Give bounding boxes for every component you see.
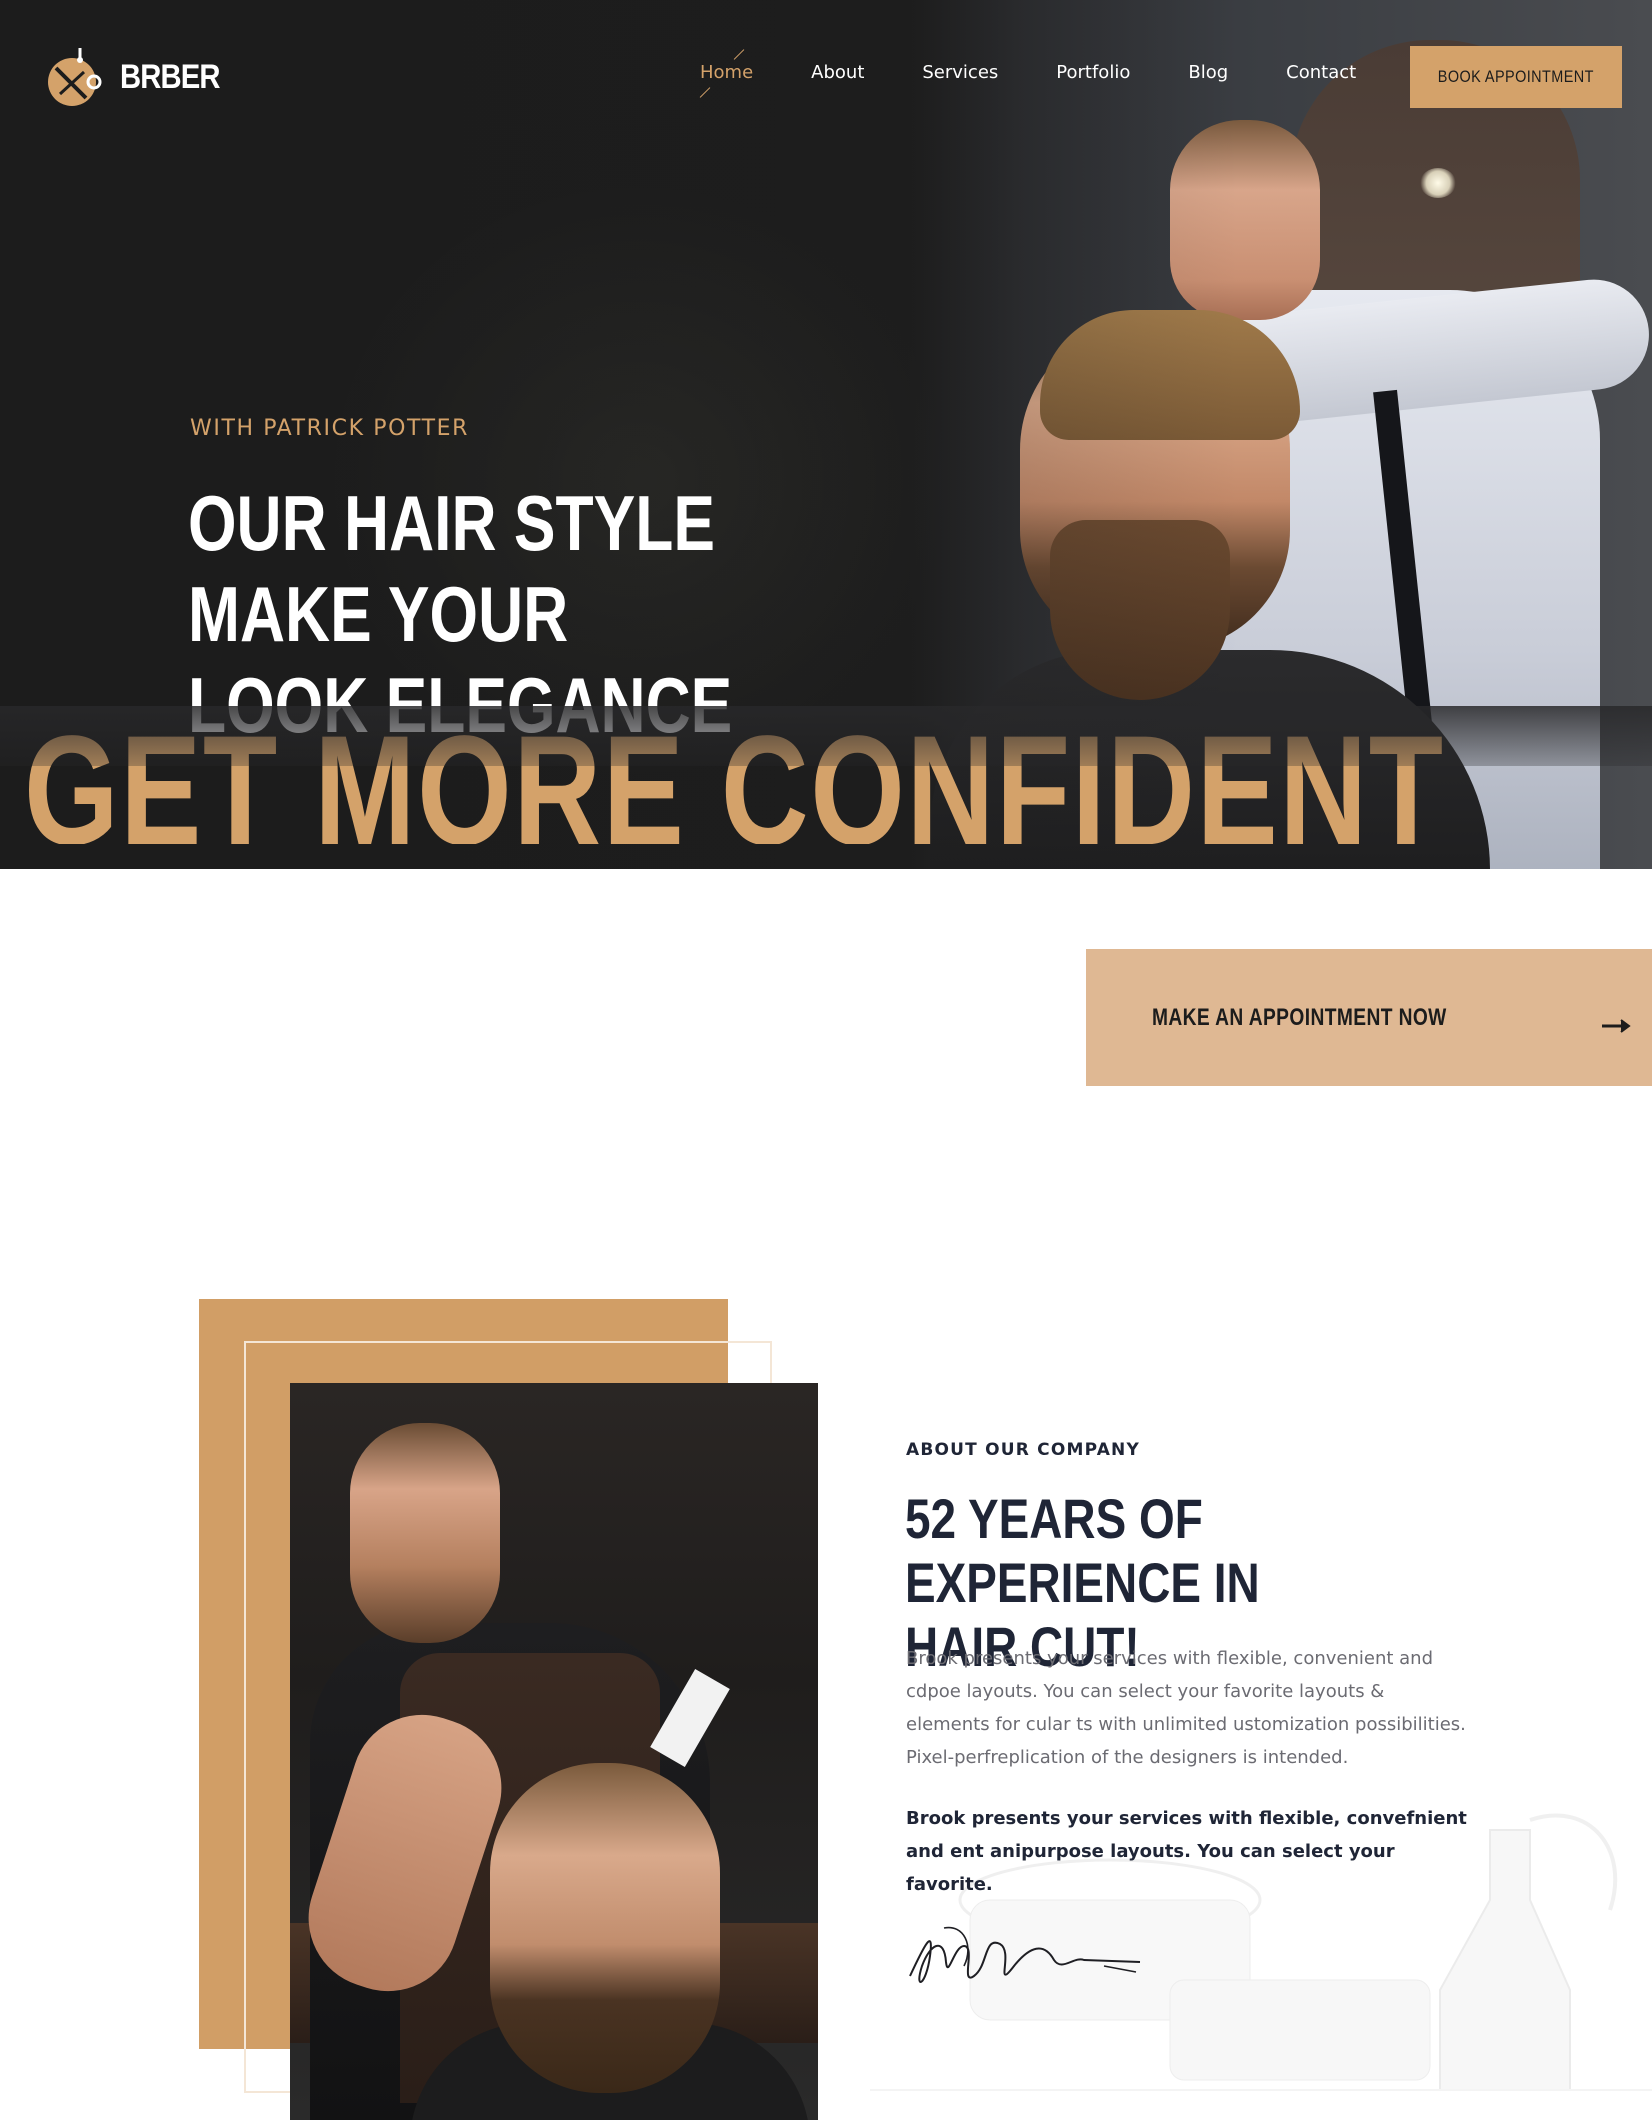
site-logo[interactable]: BRBER xyxy=(46,44,236,110)
nav-about[interactable]: About xyxy=(811,62,864,83)
hero-title-line1: OUR HAIR STYLE MAKE YOUR xyxy=(188,479,715,658)
book-appointment-label: BOOK APPOINTMENT xyxy=(1437,67,1595,86)
nav-services[interactable]: Services xyxy=(922,62,998,83)
arrow-right-icon[interactable] xyxy=(1602,1018,1632,1034)
book-appointment-button[interactable]: BOOK APPOINTMENT xyxy=(1410,46,1622,108)
photo-client-head xyxy=(490,1763,720,2093)
about-paragraph-bold: Brook presents your services with flexib… xyxy=(906,1808,1467,1895)
nav-blog[interactable]: Blog xyxy=(1188,62,1228,83)
scissors-logo-icon xyxy=(48,48,102,106)
hero-subtitle: WITH PATRICK POTTER xyxy=(190,416,470,441)
make-appointment-label: MAKE AN APPOINTMENT NOW xyxy=(1152,1003,1447,1031)
make-appointment-bar[interactable]: MAKE AN APPOINTMENT NOW xyxy=(1086,949,1652,1086)
nav-home-label: Home xyxy=(700,62,754,83)
signature-image xyxy=(909,1926,1141,1983)
main-nav: Home About Services Portfolio Blog Conta… xyxy=(699,49,1414,98)
about-kicker: ABOUT OUR COMPANY xyxy=(906,1440,1140,1460)
about-title-line1: 52 YEARS OF EXPERIENCE IN xyxy=(905,1487,1260,1614)
hero-big-text-shade xyxy=(0,706,1652,766)
about-photo xyxy=(290,1383,818,2120)
about-paragraph: Brook presents your services with flexib… xyxy=(906,1648,1466,1768)
nav-home[interactable]: Home xyxy=(699,49,754,98)
hero-section: BRBER Home About Services Portfolio Blog… xyxy=(0,0,1652,869)
photo-barber-head xyxy=(350,1423,500,1643)
nav-portfolio[interactable]: Portfolio xyxy=(1056,62,1130,83)
logo-text: BRBER xyxy=(120,57,221,96)
nav-contact[interactable]: Contact xyxy=(1286,62,1356,83)
